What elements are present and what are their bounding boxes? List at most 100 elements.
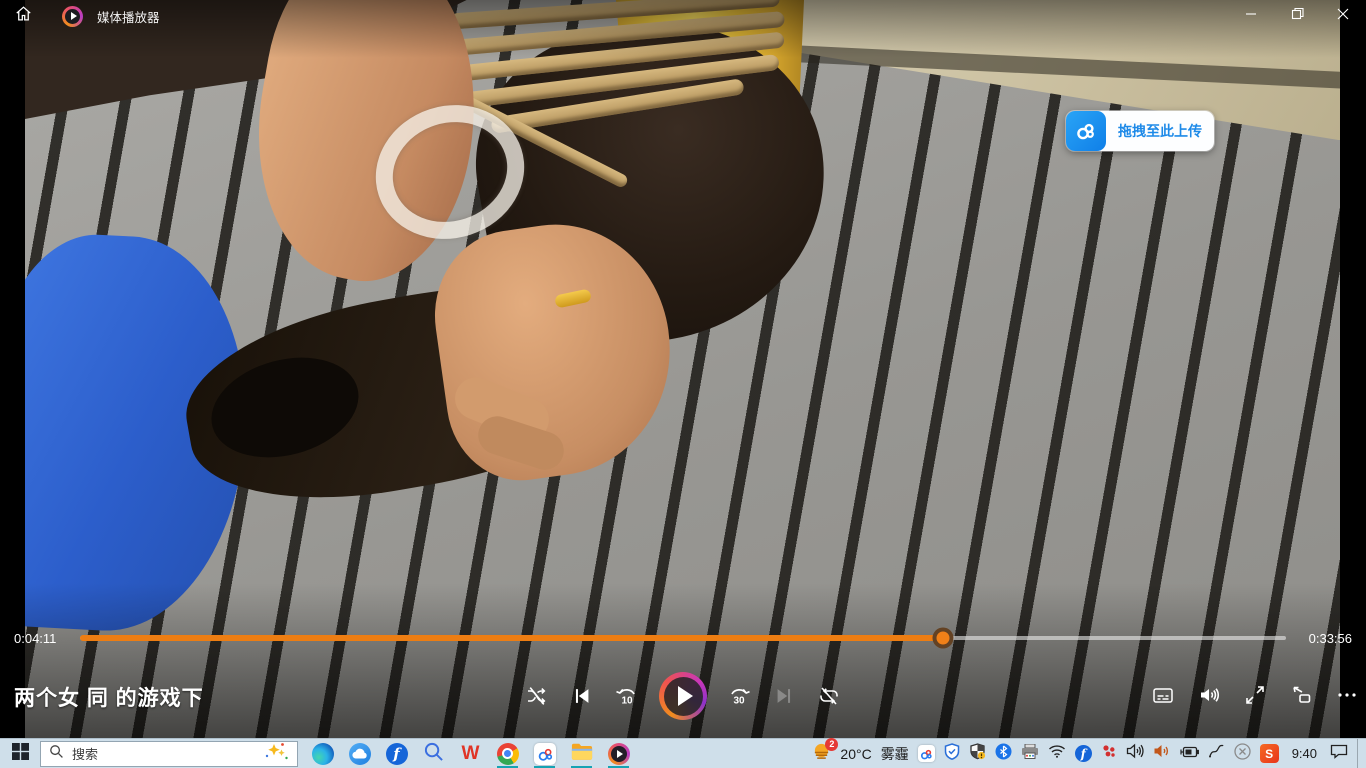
weather-condition[interactable]: 雾霾 xyxy=(881,744,909,764)
minimize-button[interactable] xyxy=(1228,0,1274,32)
more-button[interactable] xyxy=(1334,682,1360,708)
cloud-browser-icon xyxy=(349,743,371,765)
home-button[interactable] xyxy=(0,0,46,32)
volume-orange-icon xyxy=(1153,743,1171,764)
next-button[interactable] xyxy=(771,683,797,709)
search-placeholder: 搜索 xyxy=(72,744,255,763)
volume-outline-icon xyxy=(1126,743,1144,764)
tray-antivirus[interactable] xyxy=(1101,743,1117,764)
tray-sogou-input[interactable]: S xyxy=(1260,744,1279,763)
repeat-off-icon xyxy=(817,684,841,708)
taskbar-app-media-player[interactable] xyxy=(600,739,637,768)
taskbar-app-cloud-browser[interactable] xyxy=(341,739,378,768)
shuffle-button[interactable] xyxy=(524,683,550,709)
tray-sync-disabled[interactable] xyxy=(1234,743,1251,765)
controls-row: 两个女 同 的游戏下 xyxy=(0,668,1366,724)
weather-badge: 2 xyxy=(825,738,838,751)
media-player-window: 媒体播放器 xyxy=(0,0,1366,738)
seek-track[interactable] xyxy=(80,636,1286,640)
close-button[interactable] xyxy=(1320,0,1366,32)
start-button[interactable] xyxy=(0,739,40,768)
video-title: 两个女 同 的游戏下 xyxy=(14,682,204,712)
cast-button[interactable] xyxy=(1288,682,1314,708)
more-icon xyxy=(1336,684,1358,706)
pen-icon xyxy=(1208,744,1225,764)
current-time: 0:04:11 xyxy=(14,631,66,646)
play-button[interactable] xyxy=(659,672,707,720)
antivirus-dots-icon xyxy=(1101,743,1117,764)
previous-icon xyxy=(571,685,593,707)
taskbar-app-chrome[interactable] xyxy=(489,739,526,768)
tray-printer[interactable] xyxy=(1021,744,1039,764)
tray-pen[interactable] xyxy=(1208,744,1225,764)
tray-security-manager[interactable] xyxy=(944,743,960,765)
captions-button[interactable] xyxy=(1150,682,1176,708)
weather-temp[interactable]: 20°C xyxy=(840,746,871,762)
taskbar-app-flash-center[interactable]: f xyxy=(378,739,415,768)
skip-forward-button[interactable]: 30 xyxy=(726,683,752,709)
sogou-icon: S xyxy=(1260,744,1279,763)
taskbar-app-search-tool[interactable] xyxy=(415,739,452,768)
weather-widget[interactable]: 2 xyxy=(812,742,831,766)
captions-icon xyxy=(1151,683,1175,707)
start-icon xyxy=(12,743,29,765)
tray-wifi[interactable] xyxy=(1048,744,1066,763)
svg-text:10: 10 xyxy=(621,696,633,707)
baidu-netdisk-icon xyxy=(918,745,935,762)
taskbar-app-wps[interactable]: W xyxy=(452,739,489,768)
tray-volume-audio-manager[interactable] xyxy=(1153,743,1171,764)
defender-shield-icon xyxy=(969,743,986,765)
flash-icon: f xyxy=(386,743,408,765)
battery-icon xyxy=(1180,745,1199,763)
restore-icon xyxy=(1291,7,1304,25)
skip-forward-icon: 30 xyxy=(726,683,752,709)
window-title: 媒体播放器 xyxy=(97,7,160,26)
volume-button[interactable] xyxy=(1196,682,1222,708)
upload-label: 拖拽至此上传 xyxy=(1106,121,1214,141)
tray-bluetooth[interactable] xyxy=(995,743,1012,765)
repeat-button[interactable] xyxy=(816,683,842,709)
security-shield-icon xyxy=(944,743,960,765)
bluetooth-icon xyxy=(995,743,1012,765)
tray-baidu-netdisk[interactable] xyxy=(918,745,935,762)
sparkles-icon[interactable] xyxy=(263,741,289,766)
next-icon xyxy=(773,685,795,707)
progress-scrubber[interactable] xyxy=(933,628,954,649)
seek-bar-row: 0:04:11 0:33:56 xyxy=(0,628,1366,648)
search-input[interactable]: 搜索 xyxy=(40,741,298,767)
notification-icon xyxy=(1330,743,1348,764)
skip-back-button[interactable]: 10 xyxy=(614,683,640,709)
tray-volume-system[interactable] xyxy=(1126,743,1144,764)
search-icon xyxy=(49,744,64,764)
taskbar-app-edge[interactable] xyxy=(304,739,341,768)
show-desktop-button[interactable] xyxy=(1357,739,1361,768)
tray-defender[interactable] xyxy=(969,743,986,765)
fullscreen-button[interactable] xyxy=(1242,682,1268,708)
shuffle-off-icon xyxy=(525,684,549,708)
tray-flash[interactable]: f xyxy=(1075,745,1092,762)
restore-button[interactable] xyxy=(1274,0,1320,32)
wifi-icon xyxy=(1048,744,1066,763)
taskbar-clock[interactable]: 9:40 xyxy=(1292,746,1317,761)
cast-icon xyxy=(1289,683,1313,707)
taskbar-app-baidu-netdisk[interactable] xyxy=(526,739,563,768)
fullscreen-icon xyxy=(1243,683,1267,707)
flash-icon: f xyxy=(1075,745,1092,762)
taskbar-apps: f W xyxy=(304,739,637,768)
wps-icon: W xyxy=(462,743,480,765)
upload-drop-widget[interactable]: 拖拽至此上传 xyxy=(1066,111,1214,151)
previous-button[interactable] xyxy=(569,683,595,709)
netdisk-cloud-icon xyxy=(1066,111,1106,151)
media-player-icon xyxy=(608,743,630,765)
app-logo-icon xyxy=(62,6,83,27)
skip-back-icon: 10 xyxy=(614,683,640,709)
progress-played xyxy=(80,635,943,641)
minimize-icon xyxy=(1245,7,1257,25)
taskbar-app-file-explorer[interactable] xyxy=(563,739,600,768)
notification-center-button[interactable] xyxy=(1330,743,1348,764)
duration-time: 0:33:56 xyxy=(1300,631,1352,646)
tray-battery[interactable] xyxy=(1180,745,1199,763)
edge-icon xyxy=(312,743,334,765)
printer-icon xyxy=(1021,744,1039,764)
volume-icon xyxy=(1197,683,1221,707)
